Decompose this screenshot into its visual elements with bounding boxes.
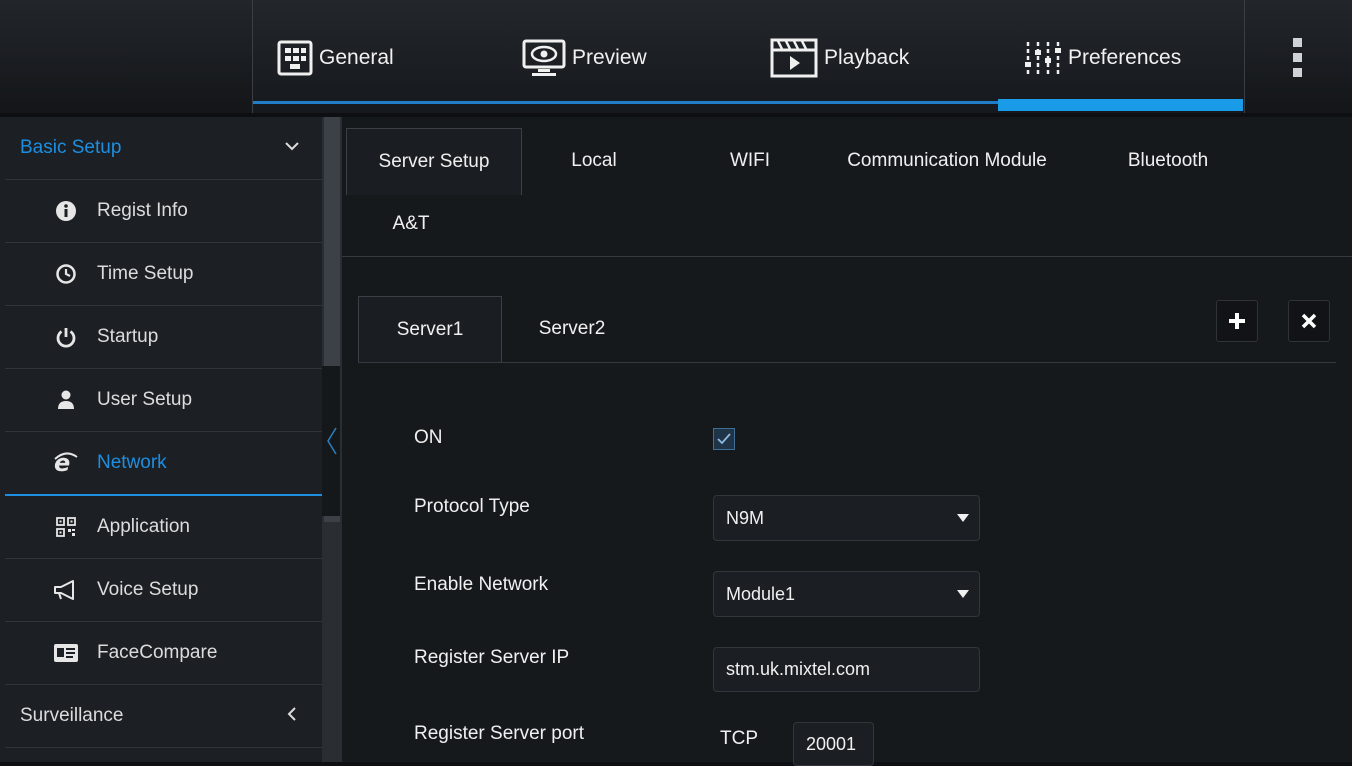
sidebar-item-label: FaceCompare bbox=[97, 642, 218, 663]
top-navigation-bar: General Preview Playback Preferences bbox=[0, 0, 1352, 117]
tab-label: Communication Module bbox=[847, 150, 1047, 171]
tab-communication-module[interactable]: Communication Module bbox=[818, 128, 1076, 194]
register-server-port-input[interactable]: 20001 bbox=[793, 722, 874, 766]
top-tab-label: Preferences bbox=[1068, 46, 1182, 69]
chevron-down-icon bbox=[285, 142, 299, 151]
protocol-type-select[interactable]: N9M bbox=[713, 495, 980, 541]
internet-e-icon: e bbox=[53, 450, 79, 476]
sidebar-item-label: Startup bbox=[97, 326, 159, 347]
tab-server1[interactable]: Server1 bbox=[358, 296, 502, 363]
top-tab-label: Playback bbox=[824, 46, 910, 69]
chevron-left-icon bbox=[287, 707, 296, 721]
tab-server2[interactable]: Server2 bbox=[510, 296, 634, 362]
enable-network-select[interactable]: Module1 bbox=[713, 571, 980, 617]
top-tab-general[interactable]: General bbox=[277, 28, 394, 88]
id-card-icon bbox=[53, 640, 79, 666]
on-label: ON bbox=[414, 427, 443, 448]
power-icon bbox=[53, 324, 79, 350]
kebab-menu-icon[interactable] bbox=[1291, 38, 1303, 84]
sidebar-item-regist-info[interactable]: Regist Info bbox=[5, 180, 322, 243]
megaphone-icon bbox=[53, 577, 79, 603]
sidebar-category-label: Basic Setup bbox=[20, 137, 122, 158]
sidebar-item-startup[interactable]: Startup bbox=[5, 306, 322, 369]
sidebar-item-voice-setup[interactable]: Voice Setup bbox=[5, 559, 322, 622]
sidebar-item-label: Network bbox=[97, 452, 167, 473]
sidebar-item-label: Regist Info bbox=[97, 200, 188, 221]
tab-label: Server2 bbox=[538, 318, 606, 339]
register-server-port-value: 20001 bbox=[806, 733, 857, 754]
sidebar-item-application[interactable]: Application bbox=[5, 496, 322, 559]
eye-monitor-icon bbox=[522, 39, 566, 77]
clapperboard-play-icon bbox=[770, 38, 818, 78]
active-tab-indicator bbox=[998, 99, 1243, 111]
tab-label: WIFI bbox=[729, 150, 771, 171]
protocol-type-value: N9M bbox=[726, 507, 765, 528]
tab-a-and-t[interactable]: A&T bbox=[346, 191, 476, 257]
sidebar-item-network[interactable]: e Network bbox=[5, 432, 322, 496]
tab-wifi[interactable]: WIFI bbox=[690, 128, 810, 194]
protocol-type-label: Protocol Type bbox=[414, 496, 530, 517]
top-tab-label: Preview bbox=[572, 46, 647, 69]
server-tabs-divider bbox=[358, 362, 1336, 363]
enable-network-label: Enable Network bbox=[414, 574, 549, 595]
top-bar-left-panel bbox=[0, 0, 253, 117]
top-tab-label: General bbox=[319, 46, 394, 69]
top-tab-preferences[interactable]: Preferences bbox=[1022, 28, 1181, 88]
sliders-icon bbox=[1022, 38, 1062, 78]
plus-icon bbox=[1229, 313, 1245, 329]
sidebar-category-surveillance[interactable]: Surveillance bbox=[5, 685, 322, 748]
sidebar-item-label: Voice Setup bbox=[97, 579, 199, 600]
close-icon bbox=[1301, 313, 1317, 329]
sidebar: Basic Setup Regist Info Time Setup Start… bbox=[0, 117, 322, 762]
delete-server-button[interactable] bbox=[1288, 300, 1330, 342]
dropdown-arrow-icon bbox=[957, 514, 969, 522]
dropdown-arrow-icon bbox=[957, 590, 969, 598]
sidebar-item-label: Application bbox=[97, 516, 190, 537]
sidebar-collapse-handle[interactable] bbox=[322, 366, 340, 516]
enable-network-value: Module1 bbox=[726, 583, 796, 604]
user-icon bbox=[53, 387, 79, 413]
checkmark-icon bbox=[717, 433, 731, 445]
add-server-button[interactable] bbox=[1216, 300, 1258, 342]
top-tab-preview[interactable]: Preview bbox=[522, 28, 647, 88]
sidebar-item-user-setup[interactable]: User Setup bbox=[5, 369, 322, 432]
sidebar-category-label: Surveillance bbox=[20, 705, 124, 726]
sidebar-item-label: Time Setup bbox=[97, 263, 194, 284]
qr-code-icon bbox=[53, 514, 79, 540]
tab-bluetooth[interactable]: Bluetooth bbox=[1100, 128, 1236, 194]
sidebar-item-label: User Setup bbox=[97, 389, 193, 410]
tabs-divider bbox=[342, 256, 1352, 257]
sidebar-item-time-setup[interactable]: Time Setup bbox=[5, 243, 322, 306]
tab-server-setup[interactable]: Server Setup bbox=[346, 128, 522, 195]
tab-label: Server Setup bbox=[378, 151, 490, 172]
port-protocol-label: TCP bbox=[720, 728, 758, 749]
sidebar-category-basic-setup[interactable]: Basic Setup bbox=[5, 117, 322, 180]
on-checkbox[interactable] bbox=[713, 428, 735, 450]
register-server-ip-value: stm.uk.mixtel.com bbox=[726, 659, 871, 679]
tab-label: A&T bbox=[392, 213, 430, 234]
top-tab-playback[interactable]: Playback bbox=[770, 28, 909, 88]
sidebar-item-facecompare[interactable]: FaceCompare bbox=[5, 622, 322, 685]
register-server-ip-input[interactable]: stm.uk.mixtel.com bbox=[713, 647, 980, 692]
register-server-port-label: Register Server port bbox=[414, 723, 585, 744]
tab-local[interactable]: Local bbox=[540, 128, 648, 194]
clock-icon bbox=[53, 261, 79, 287]
tab-label: Local bbox=[571, 150, 617, 171]
tab-label: Server1 bbox=[396, 319, 464, 340]
info-circle-icon bbox=[53, 198, 79, 224]
tab-label: Bluetooth bbox=[1127, 150, 1209, 171]
chevron-left-icon bbox=[327, 427, 337, 455]
register-server-ip-label: Register Server IP bbox=[414, 647, 570, 668]
grid-panel-icon bbox=[277, 40, 313, 76]
